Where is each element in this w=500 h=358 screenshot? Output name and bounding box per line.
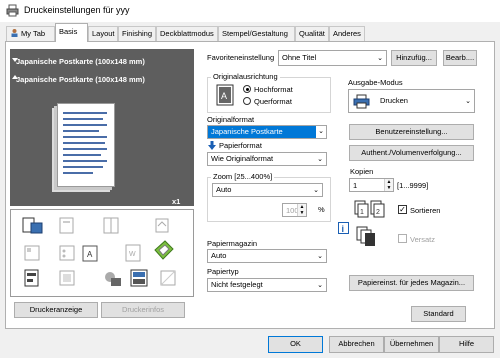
booklet-icon[interactable]: A (81, 243, 103, 263)
svg-text:W: W (129, 251, 136, 258)
zoom-percent-sign: % (318, 205, 325, 214)
title-bar: Druckeinstellungen für yyy (0, 0, 500, 22)
duplex-gray-icon[interactable] (57, 216, 79, 236)
zoom-select[interactable]: Auto ⌄ (212, 183, 323, 197)
printer-info-button[interactable]: Druckerinfos (101, 302, 185, 318)
svg-text:A: A (221, 91, 227, 101)
image-quality-icon[interactable] (129, 268, 151, 288)
rotate-gray-icon[interactable] (151, 216, 173, 236)
tab-qualitaet[interactable]: Qualität (295, 26, 329, 41)
zoom-group-title: Zoom [25...400%] (211, 172, 275, 181)
user-icon (11, 29, 18, 37)
watermark-gray-icon[interactable] (57, 268, 79, 288)
tab-finishing[interactable]: Finishing (118, 26, 156, 41)
paper-tray-select[interactable]: Auto ⌄ (207, 249, 327, 263)
offset-stack-icon (356, 226, 375, 246)
tab-basis[interactable]: Basis (55, 23, 88, 42)
paper-settings-per-tray-button[interactable]: Papiereinst. für jedes Magazin... (349, 275, 474, 291)
tab-layout[interactable]: Layout (88, 26, 118, 41)
collate-label: Sortieren (410, 206, 441, 215)
punch-gray-icon[interactable] (57, 243, 79, 263)
output-mode-select[interactable]: Drucken ⌄ (348, 89, 475, 113)
chevron-down-icon: ⌄ (316, 126, 326, 138)
ok-button[interactable]: OK (268, 336, 323, 353)
apply-button[interactable]: Übernehmen (384, 336, 439, 353)
function-icon-panel: A W (10, 209, 194, 297)
svg-text:1: 1 (360, 209, 364, 216)
favorites-select[interactable]: Ohne Titel ⌄ (278, 50, 387, 66)
printer-icon (353, 94, 370, 109)
user-settings-button[interactable]: Benutzereinstellung... (349, 124, 474, 140)
layout-gray-icon[interactable] (101, 216, 123, 236)
paper-type-select[interactable]: Nicht festgelegt ⌄ (207, 278, 327, 292)
help-button[interactable]: Hilfe (439, 336, 494, 353)
output-mode-label: Ausgabe-Modus (348, 78, 403, 87)
landscape-label: Querformat (254, 97, 292, 106)
collate-checkbox[interactable]: ✓ (398, 205, 407, 214)
original-size-select[interactable]: Japanische Postkarte ⌄ (207, 125, 327, 139)
chevron-down-icon: ⌄ (317, 156, 323, 163)
tab-stempel-gestaltung[interactable]: Stempel/Gestaltung (218, 26, 295, 41)
spinner-arrows-icon: ▲ ▼ (297, 204, 306, 216)
tab-my-tab[interactable]: My Tab (6, 26, 55, 41)
chevron-down-icon: ⌄ (377, 55, 383, 62)
paper-type-label: Papiertyp (207, 267, 239, 276)
svg-text:A: A (87, 250, 93, 259)
svg-text:2: 2 (376, 209, 380, 216)
zoom-percent-spinner[interactable]: 100 ▲ ▼ (282, 203, 307, 217)
preview-paper (57, 103, 115, 187)
cancel-button[interactable]: Abbrechen (329, 336, 384, 353)
favorites-edit-button[interactable]: Bearb.... (443, 50, 477, 66)
staple-gray-icon[interactable] (22, 243, 44, 263)
arrow-down-icon (208, 141, 216, 150)
copies-label: Kopien (350, 167, 374, 176)
paper-tray-label: Papiermagazin (207, 239, 258, 248)
auth-volume-tracking-button[interactable]: Authent./Volumenverfolgung... (349, 145, 474, 161)
spinner-arrows-icon: ▲ ▼ (384, 179, 393, 191)
portrait-radio[interactable] (243, 85, 251, 93)
chevron-down-icon: ⌄ (317, 282, 323, 289)
copies-spinner[interactable]: 1 ▲ ▼ (349, 178, 394, 192)
window-title: Druckeinstellungen für yyy (24, 5, 130, 15)
collate-icon: 1 2 (354, 200, 385, 218)
color-gray-icon[interactable] (158, 268, 180, 288)
info-icon: i (338, 222, 349, 234)
svg-text:i: i (342, 224, 345, 234)
triangle-up-icon (12, 75, 18, 79)
copies-badge: x1 (172, 197, 181, 206)
landscape-radio[interactable] (243, 97, 251, 105)
chevron-down-icon: ⌄ (465, 98, 471, 105)
preview-paper-label: Japanische Postkarte (100x148 mm) (16, 57, 145, 66)
preview-paper-label-2: Japanische Postkarte (100x148 mm) (16, 75, 145, 84)
standard-button[interactable]: Standard (411, 306, 466, 322)
portrait-label: Hochformat (254, 85, 293, 94)
fold-gray-icon[interactable]: W (123, 243, 145, 263)
tab-strip: My Tab Basis Layout Finishing Deckblattm… (0, 22, 500, 42)
stamp-icon[interactable] (22, 268, 44, 288)
printer-display-button[interactable]: Druckeranzeige (14, 302, 98, 318)
favorites-add-button[interactable]: Hinzufüg... (391, 50, 437, 66)
portrait-orientation-icon: A (216, 84, 234, 106)
paper-size-label: Papierformat (219, 141, 262, 150)
original-size-label: Originalformat (207, 115, 255, 124)
tab-anderes[interactable]: Anderes (329, 26, 365, 41)
print-job-icon[interactable] (22, 216, 44, 236)
tab-deckblattmodus[interactable]: Deckblattmodus (156, 26, 218, 41)
paper-size-select[interactable]: Wie Originalformat ⌄ (207, 152, 327, 166)
overlay-icon[interactable] (101, 268, 123, 288)
chevron-down-icon: ⌄ (317, 253, 323, 260)
chevron-down-icon: ⌄ (313, 187, 319, 194)
orientation-group-title: Originalausrichtung (211, 72, 280, 81)
printer-icon (6, 4, 19, 17)
copies-range: [1...9999] (397, 181, 429, 190)
favorites-label: Favoriteneinstellung (207, 53, 275, 62)
triangle-down-icon (12, 58, 18, 62)
cover-icon[interactable] (153, 240, 175, 260)
offset-label: Versatz (410, 235, 436, 244)
offset-checkbox[interactable] (398, 234, 407, 243)
